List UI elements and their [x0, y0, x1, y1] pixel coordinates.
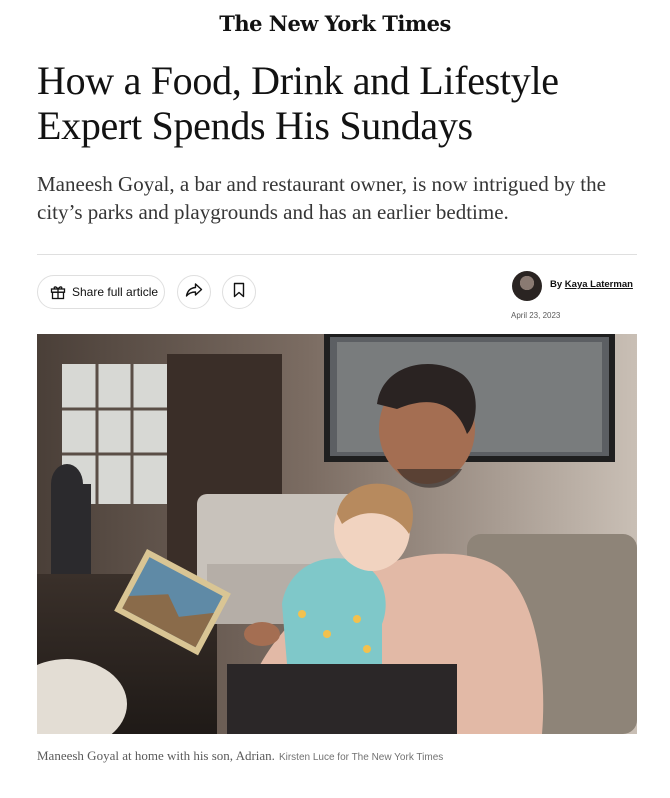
share-arrow-icon: [185, 282, 203, 303]
gift-icon: [49, 283, 67, 301]
masthead-logo[interactable]: The New York Times: [0, 8, 670, 40]
author-link[interactable]: Kaya Laterman: [565, 279, 633, 290]
caption-text: Maneesh Goyal at home with his son, Adri…: [37, 748, 275, 763]
photo-caption: Maneesh Goyal at home with his son, Adri…: [37, 748, 443, 764]
byline-prefix: By: [550, 279, 563, 290]
article-summary: Maneesh Goyal, a bar and restaurant owne…: [37, 172, 606, 224]
article-headline: How a Food, Drink and Lifestyle Expert S…: [37, 58, 559, 148]
byline: By Kaya Laterman: [550, 279, 633, 290]
publish-date: April 23, 2023: [511, 311, 561, 320]
author-avatar[interactable]: [512, 271, 542, 301]
share-full-article-label: Share full article: [72, 285, 159, 299]
share-full-article-button[interactable]: Share full article: [37, 275, 165, 309]
masthead-title: The New York Times: [219, 11, 451, 36]
bookmark-icon: [233, 282, 245, 303]
header-divider: [37, 254, 637, 255]
lead-photo: [37, 334, 637, 734]
photo-credit: Kirsten Luce for The New York Times: [278, 752, 444, 763]
share-button[interactable]: [177, 275, 211, 309]
save-bookmark-button[interactable]: [222, 275, 256, 309]
